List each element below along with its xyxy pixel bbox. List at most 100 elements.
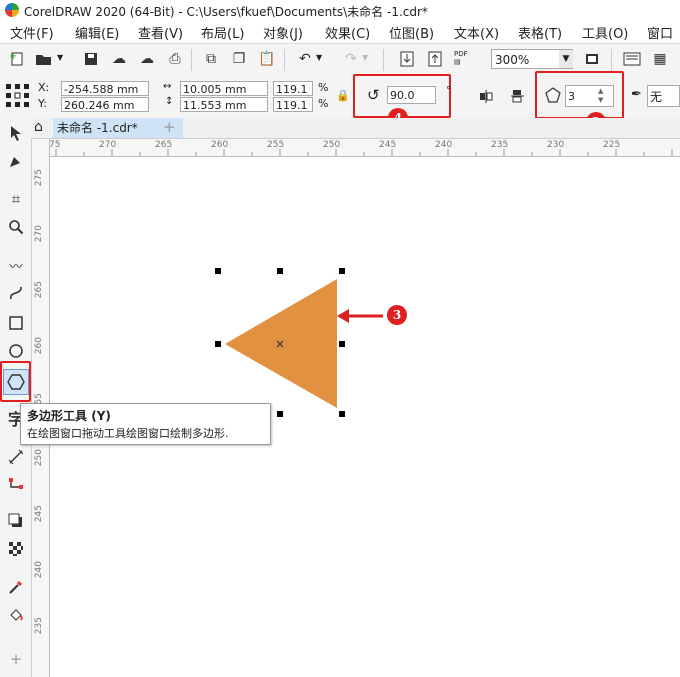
bezier-tool-icon[interactable] <box>5 282 27 304</box>
menu-tools[interactable]: 工具(O) <box>582 23 628 42</box>
undo-dropdown-icon[interactable]: ▼ <box>316 53 322 62</box>
ruler-tick: 270 <box>34 225 44 243</box>
scale-width-field[interactable]: 119.1 <box>273 81 313 96</box>
selection-handle-bottom-center[interactable] <box>277 411 283 417</box>
add-document-tab[interactable]: + <box>163 118 176 136</box>
print-icon[interactable]: ⎙ <box>164 48 186 70</box>
home-icon[interactable]: ⌂ <box>34 119 43 135</box>
mirror-horizontal-icon[interactable] <box>475 85 497 107</box>
shape-tool-icon[interactable] <box>5 150 27 172</box>
ruler-tick: 245 <box>34 505 44 523</box>
cloud-upload-icon[interactable]: ☁ <box>108 48 130 70</box>
polygon-points-field[interactable]: 3 <box>565 85 614 107</box>
open-folder-icon[interactable] <box>33 48 55 70</box>
points-spinner-icon[interactable]: ▲ ▼ <box>598 87 603 105</box>
toolbar-divider <box>284 49 285 71</box>
drop-shadow-tool-icon[interactable] <box>5 510 27 532</box>
open-dropdown-icon[interactable]: ▼ <box>57 53 63 62</box>
degree-symbol: ° <box>446 84 452 97</box>
menu-window[interactable]: 窗口 <box>647 23 673 42</box>
cut-icon[interactable]: ⧉ <box>200 48 222 70</box>
menu-view[interactable]: 查看(V) <box>138 23 183 42</box>
cloud-download-icon[interactable]: ☁ <box>136 48 158 70</box>
menu-file[interactable]: 文件(F) <box>10 23 54 42</box>
paste-icon[interactable]: 📋 <box>256 48 278 70</box>
toolbox: ⌗ 〰 1 字 + <box>0 118 62 677</box>
parallel-dimension-tool-icon[interactable] <box>5 446 27 468</box>
ruler-tick: 260 <box>34 337 44 355</box>
ruler-tick: 275 <box>34 169 44 187</box>
zoom-tool-icon[interactable] <box>5 216 27 238</box>
selection-handle-top-center[interactable] <box>277 268 283 274</box>
ellipse-tool-icon[interactable] <box>5 340 27 362</box>
menu-effects[interactable]: 效果(C) <box>325 23 370 42</box>
copy-icon[interactable]: ❐ <box>228 48 250 70</box>
triangle-shape[interactable] <box>210 262 360 422</box>
redo-icon[interactable]: ↷ <box>340 48 362 70</box>
rotation-angle-field[interactable]: 90.0 <box>387 86 436 104</box>
object-origin-icon[interactable] <box>5 83 31 112</box>
redo-dropdown-icon[interactable]: ▼ <box>362 53 368 62</box>
menu-bitmaps[interactable]: 位图(B) <box>389 23 434 42</box>
selection-handle-middle-right[interactable] <box>339 341 345 347</box>
outline-width-field[interactable]: 无 <box>647 85 680 107</box>
lock-ratio-icon[interactable]: 🔒 <box>336 89 350 102</box>
tooltip-shortcut: (Y) <box>91 409 111 423</box>
scale-height-field[interactable]: 119.1 <box>273 97 313 112</box>
export-icon[interactable] <box>424 48 446 70</box>
menu-object[interactable]: 对象(J) <box>263 23 303 42</box>
svg-text:+: + <box>9 51 17 62</box>
height-icon: ↕ <box>165 96 174 107</box>
connector-tool-icon[interactable] <box>5 474 27 496</box>
toolbar-divider <box>191 49 192 71</box>
freehand-tool-icon[interactable]: 〰 <box>5 254 27 276</box>
outline-pen-icon[interactable]: ✒ <box>631 87 642 102</box>
horizontal-ruler[interactable]: 75 270 265 260 255 250 245 240 235 230 2… <box>49 139 680 157</box>
y-position-field[interactable]: 260.246 mm <box>61 97 149 112</box>
publish-pdf-button[interactable]: PDF ▤ <box>454 50 468 66</box>
rotate-icon: ↺ <box>367 86 380 104</box>
title-bar: CorelDRAW 2020 (64-Bit) - C:\Users\fkuef… <box>0 0 680 21</box>
polygon-tool-icon[interactable] <box>5 371 27 393</box>
y-label: Y: <box>38 97 47 110</box>
eyedropper-tool-icon[interactable] <box>5 576 27 598</box>
percent-label: % <box>318 97 329 110</box>
pick-tool-icon[interactable] <box>5 122 27 144</box>
width-icon: ↔ <box>163 81 172 92</box>
menu-text[interactable]: 文本(X) <box>454 23 499 42</box>
import-icon[interactable] <box>396 48 418 70</box>
rulers-toggle-icon[interactable] <box>621 48 643 70</box>
ruler-tick: 240 <box>34 561 44 579</box>
menu-layout[interactable]: 布局(L) <box>201 23 244 42</box>
selection-handle-middle-left[interactable] <box>215 341 221 347</box>
save-icon[interactable] <box>80 48 102 70</box>
selection-handle-top-left[interactable] <box>215 268 221 274</box>
tooltip-description: 在绘图窗口拖动工具绘图窗口绘制多边形. <box>27 427 229 440</box>
rectangle-tool-icon[interactable] <box>5 312 27 334</box>
selection-handle-bottom-right[interactable] <box>339 411 345 417</box>
x-position-field[interactable]: -254.588 mm <box>61 81 149 96</box>
interactive-fill-tool-icon[interactable] <box>5 604 27 626</box>
height-field[interactable]: 11.553 mm <box>180 97 268 112</box>
menu-edit[interactable]: 编辑(E) <box>75 23 119 42</box>
mirror-vertical-icon[interactable] <box>506 85 528 107</box>
toolbar-divider <box>611 49 612 71</box>
undo-icon[interactable]: ↶ <box>294 48 316 70</box>
selection-handle-top-right[interactable] <box>339 268 345 274</box>
add-tool-icon[interactable]: + <box>5 648 27 670</box>
toolbar-divider <box>383 49 384 71</box>
menu-bar: 文件(F) 编辑(E) 查看(V) 布局(L) 对象(J) 效果(C) 位图(B… <box>0 21 680 42</box>
polygon-tool-tooltip: 多边形工具 (Y) 在绘图窗口拖动工具绘图窗口绘制多边形. <box>20 403 271 445</box>
zoom-dropdown-icon[interactable]: ▼ <box>559 50 573 68</box>
ruler-tick: 235 <box>34 617 44 635</box>
annotation-badge-3: 3 <box>387 305 407 325</box>
grid-toggle-icon[interactable]: ▦ <box>649 48 671 70</box>
new-document-icon[interactable]: + <box>6 48 28 70</box>
transparency-tool-icon[interactable] <box>5 538 27 560</box>
pentagon-icon <box>545 87 561 106</box>
crop-tool-icon[interactable]: ⌗ <box>5 188 27 210</box>
menu-table[interactable]: 表格(T) <box>518 23 562 42</box>
full-screen-icon[interactable] <box>581 48 603 70</box>
coreldraw-logo-icon <box>5 3 19 17</box>
width-field[interactable]: 10.005 mm <box>180 81 268 96</box>
